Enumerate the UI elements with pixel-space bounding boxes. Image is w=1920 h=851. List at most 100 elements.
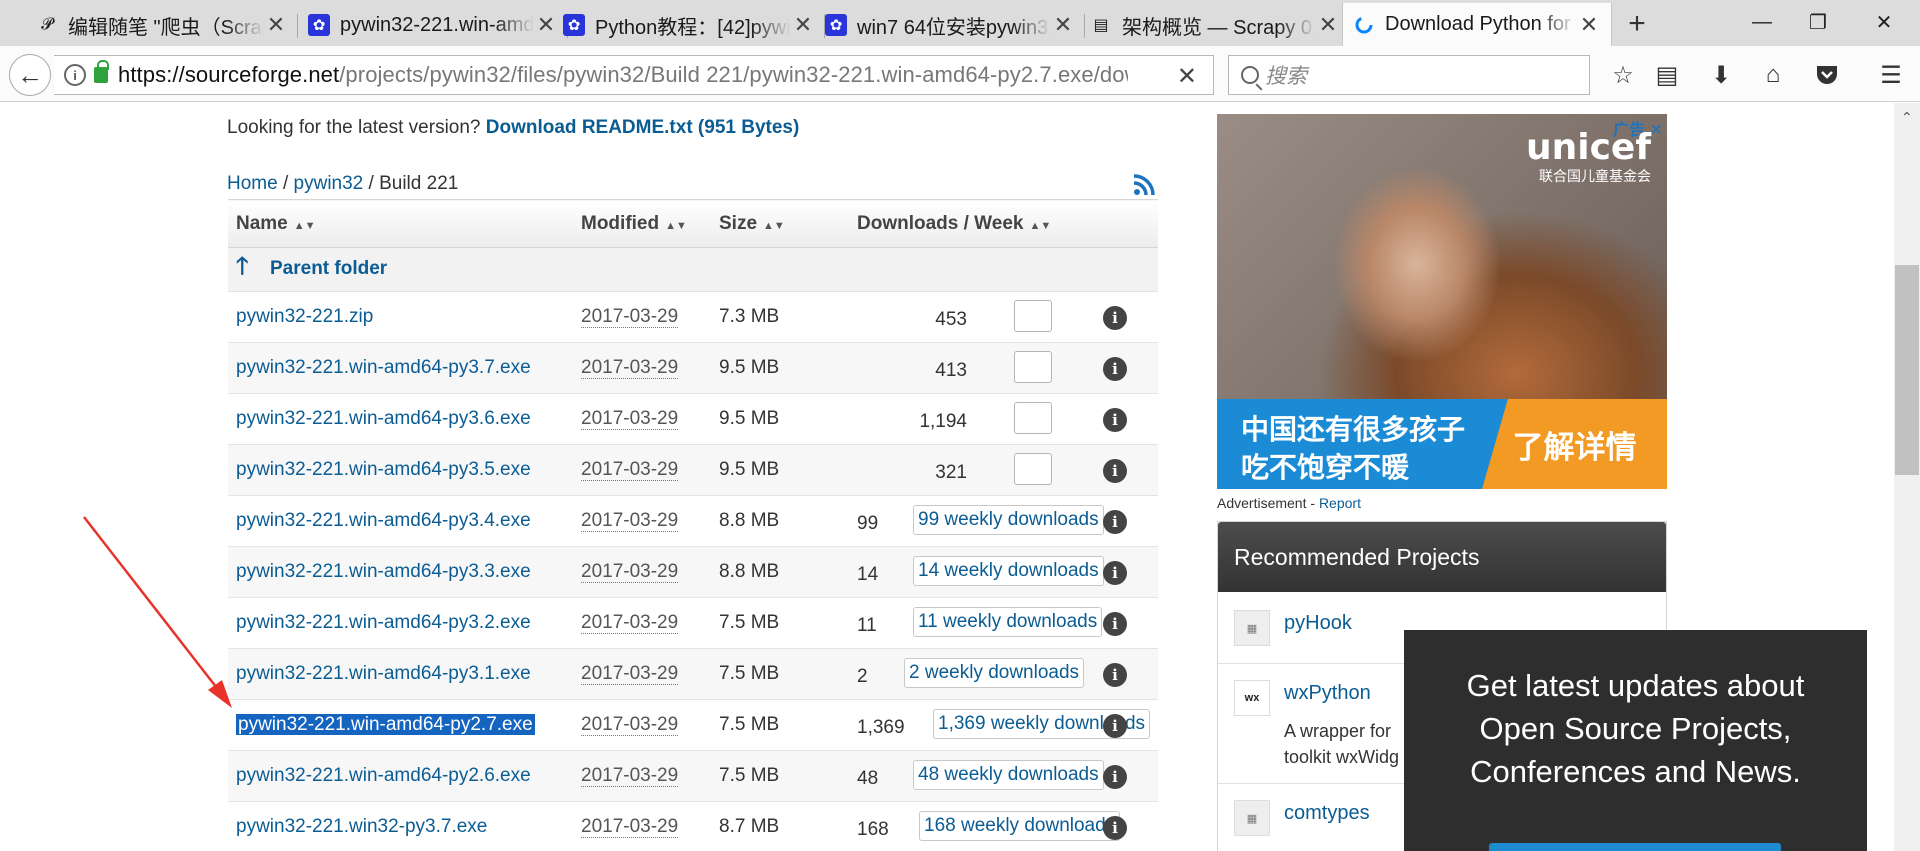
- weekly-downloads-badge[interactable]: 11 weekly downloads: [913, 607, 1103, 637]
- table-row[interactable]: pywin32-221.win-amd64-py3.5.exe 2017-03-2…: [228, 444, 1158, 496]
- file-link[interactable]: pywin32-221.win32-py3.7.exe: [236, 816, 487, 837]
- weekly-downloads-badge[interactable]: 99 weekly downloads: [913, 505, 1104, 535]
- size-cell: 9.5 MB: [719, 342, 857, 394]
- file-link[interactable]: pywin32-221.win-amd64-py3.7.exe: [236, 357, 531, 378]
- tab-3[interactable]: ✿ Python教程：[42]pywin32 ✕: [553, 4, 825, 46]
- header-size[interactable]: Size ▲▼: [719, 199, 857, 248]
- close-tab-icon[interactable]: ✕: [264, 12, 288, 38]
- table-row[interactable]: pywin32-221.win-amd64-py3.1.exe 2017-03-2…: [228, 648, 1158, 700]
- advertisement[interactable]: 广告 ✕ unicef 联合国儿童基金会 中国还有很多孩子 吃不饱穿不暖 了解详情: [1217, 114, 1667, 489]
- restore-button[interactable]: ❐: [1790, 0, 1846, 44]
- site-info-icon[interactable]: i: [64, 64, 86, 86]
- info-icon[interactable]: i: [1103, 459, 1127, 483]
- file-link[interactable]: pywin32-221.win-amd64-py3.5.exe: [236, 459, 531, 480]
- info-icon[interactable]: i: [1103, 612, 1127, 636]
- url-text[interactable]: https://sourceforge.net/projects/pywin32…: [118, 62, 1128, 88]
- weekly-downloads-badge[interactable]: 2 weekly downloads: [904, 658, 1085, 688]
- modified-cell: 2017-03-29: [581, 393, 719, 445]
- size-cell: 7.3 MB: [719, 291, 857, 343]
- info-icon[interactable]: i: [1103, 306, 1127, 330]
- table-row[interactable]: pywin32-221.win-amd64-py3.4.exe 2017-03-2…: [228, 495, 1158, 547]
- tab-4[interactable]: ✿ win7 64位安装pywin32 ✕: [815, 4, 1085, 46]
- table-row[interactable]: pywin32-221.win-amd64-py3.3.exe 2017-03-2…: [228, 546, 1158, 598]
- modified-cell: 2017-03-29: [581, 495, 719, 547]
- table-row[interactable]: pywin32-221.win-amd64-py3.2.exe 2017-03-2…: [228, 597, 1158, 649]
- readme-download-link[interactable]: Download README.txt (951 Bytes): [486, 117, 800, 138]
- download-count: 1,369: [857, 717, 905, 738]
- table-row[interactable]: pywin32-221.win-amd64-py3.7.exe 2017-03-2…: [228, 342, 1158, 394]
- sparkline-box: [1014, 402, 1052, 434]
- new-tab-button[interactable]: +: [1616, 4, 1658, 44]
- table-row[interactable]: pywin32-221.win-amd64-py3.6.exe 2017-03-2…: [228, 393, 1158, 445]
- menu-icon[interactable]: ☰: [1876, 60, 1906, 90]
- home-icon[interactable]: ⌂: [1758, 60, 1788, 90]
- file-link[interactable]: pywin32-221.zip: [236, 306, 373, 327]
- table-row[interactable]: pywin32-221.win-amd64-py2.6.exe 2017-03-2…: [228, 750, 1158, 802]
- size-cell: 8.8 MB: [719, 495, 857, 547]
- ad-report-link[interactable]: Report: [1319, 495, 1361, 511]
- file-link[interactable]: pywin32-221.win-amd64-py2.6.exe: [236, 765, 531, 786]
- project-name[interactable]: comtypes: [1284, 802, 1370, 825]
- close-tab-icon[interactable]: ✕: [791, 12, 815, 38]
- project-name[interactable]: wxPython: [1284, 682, 1371, 705]
- ad-cta-button[interactable]: 了解详情: [1482, 399, 1667, 489]
- back-button[interactable]: ←: [9, 54, 51, 96]
- table-row[interactable]: pywin32-221.win-amd64-py2.7.exe 2017-03-2…: [228, 699, 1158, 751]
- address-bar[interactable]: i https://sourceforge.net/projects/pywin…: [54, 55, 1214, 95]
- info-icon[interactable]: i: [1103, 408, 1127, 432]
- close-window-button[interactable]: ✕: [1856, 0, 1912, 44]
- project-name[interactable]: pyHook: [1284, 612, 1352, 635]
- tab-1[interactable]: 𝓟 编辑随笔 "爬虫（Scrapy安装 ✕: [26, 4, 298, 46]
- breadcrumb-project[interactable]: pywin32: [294, 173, 364, 194]
- newsletter-subscribe-button[interactable]: [1489, 843, 1781, 851]
- vertical-scrollbar[interactable]: ⌃: [1894, 103, 1920, 851]
- header-modified[interactable]: Modified ▲▼: [581, 199, 719, 248]
- close-tab-icon[interactable]: ✕: [1316, 12, 1340, 38]
- weekly-downloads-badge[interactable]: 48 weekly downloads: [913, 760, 1104, 790]
- modified-date: 2017-03-29: [581, 357, 679, 379]
- table-row[interactable]: pywin32-221.win32-py3.7.exe 2017-03-29 8.7…: [228, 801, 1158, 851]
- rss-feed-icon[interactable]: [1132, 173, 1156, 197]
- modified-cell: 2017-03-29: [581, 546, 719, 598]
- info-icon[interactable]: i: [1103, 561, 1127, 585]
- info-icon[interactable]: i: [1103, 714, 1127, 738]
- breadcrumb-home[interactable]: Home: [227, 173, 278, 194]
- clear-url-icon[interactable]: ✕: [1177, 62, 1197, 91]
- tab-6-active[interactable]: Download Python for Windows ✕: [1342, 3, 1612, 46]
- info-icon[interactable]: i: [1103, 663, 1127, 687]
- minimize-button[interactable]: —: [1734, 0, 1790, 44]
- pocket-icon[interactable]: [1812, 60, 1842, 90]
- file-link[interactable]: pywin32-221.win-amd64-py3.1.exe: [236, 663, 531, 684]
- info-icon[interactable]: i: [1103, 765, 1127, 789]
- newsletter-popup[interactable]: Get latest updates about Open Source Pro…: [1404, 630, 1867, 851]
- info-icon[interactable]: i: [1103, 816, 1127, 840]
- header-name[interactable]: Name ▲▼: [228, 199, 581, 248]
- modified-date: 2017-03-29: [581, 510, 679, 532]
- file-link[interactable]: pywin32-221.win-amd64-py3.3.exe: [236, 561, 531, 582]
- search-input[interactable]: 搜索: [1228, 55, 1590, 95]
- close-tab-icon[interactable]: ✕: [1577, 12, 1601, 38]
- close-tab-icon[interactable]: ✕: [1051, 12, 1075, 38]
- file-link[interactable]: pywin32-221.win-amd64-py2.7.exe: [236, 714, 535, 735]
- file-link[interactable]: pywin32-221.win-amd64-py3.6.exe: [236, 408, 531, 429]
- weekly-downloads-badge[interactable]: 14 weekly downloads: [913, 556, 1104, 586]
- scrollbar-thumb[interactable]: [1895, 265, 1919, 475]
- info-icon[interactable]: i: [1103, 510, 1127, 534]
- parent-folder-link[interactable]: Parent folder: [270, 258, 387, 279]
- tab-title: pywin32-221.win-amd64: [340, 13, 534, 36]
- download-icon[interactable]: ⬇: [1706, 60, 1736, 90]
- parent-folder-row[interactable]: 🡑 Parent folder: [228, 247, 1158, 292]
- table-row[interactable]: pywin32-221.zip 2017-03-29 7.3 MB 453 i: [228, 291, 1158, 343]
- header-downloads[interactable]: Downloads / Week ▲▼: [857, 199, 1095, 248]
- downloads-cell: 14 14 weekly downloads: [857, 546, 1104, 598]
- file-link[interactable]: pywin32-221.win-amd64-py3.4.exe: [236, 510, 531, 531]
- reading-list-icon[interactable]: ▤: [1652, 60, 1682, 90]
- bookmark-star-icon[interactable]: ☆: [1608, 60, 1638, 90]
- tab-2[interactable]: ✿ pywin32-221.win-amd64 ✕: [298, 4, 568, 46]
- file-link[interactable]: pywin32-221.win-amd64-py3.2.exe: [236, 612, 531, 633]
- weekly-downloads-badge[interactable]: 168 weekly downloads: [919, 811, 1121, 841]
- page-content: Looking for the latest version? Download…: [0, 103, 1920, 851]
- info-icon[interactable]: i: [1103, 357, 1127, 381]
- tab-5[interactable]: ▤ 架构概览 — Scrapy 0.24 ✕: [1080, 4, 1350, 46]
- scroll-up-icon[interactable]: ⌃: [1901, 109, 1913, 126]
